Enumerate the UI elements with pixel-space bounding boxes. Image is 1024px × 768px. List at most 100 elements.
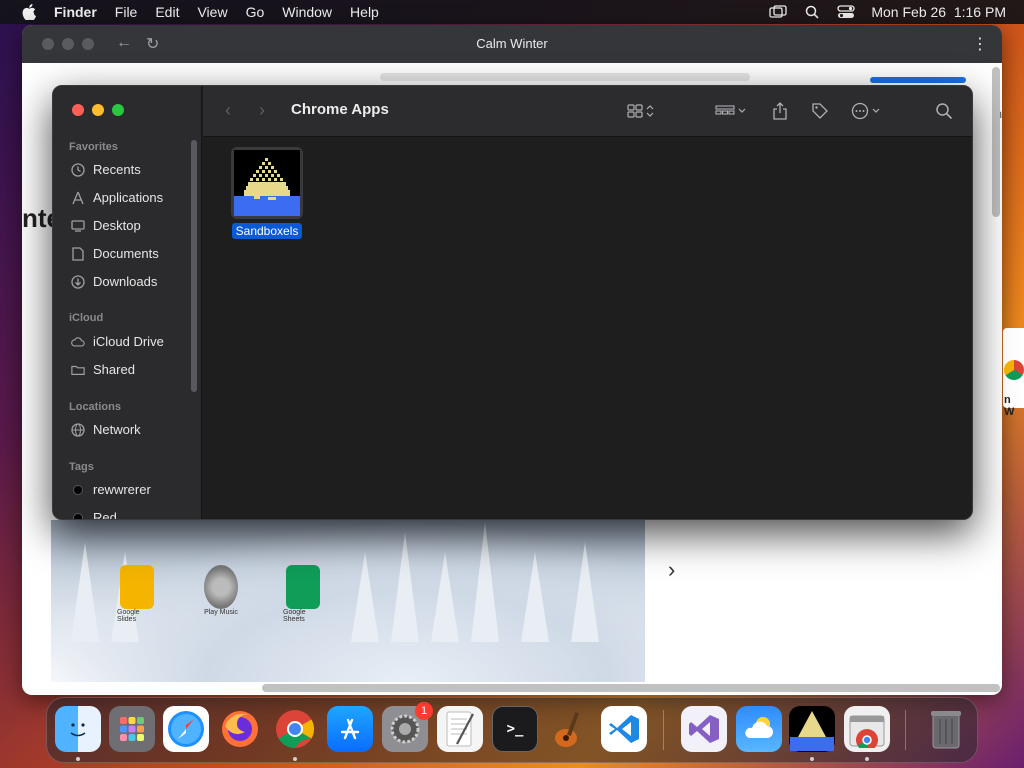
- globe-icon: [71, 422, 85, 437]
- chevron-down-icon: [738, 108, 746, 113]
- menu-app-name[interactable]: Finder: [54, 4, 97, 20]
- share-button[interactable]: [773, 101, 787, 121]
- finder-file-area[interactable]: Sandboxels: [203, 138, 972, 519]
- play-music-app[interactable]: Play Music: [201, 565, 241, 616]
- finder-window-title: Chrome Apps: [291, 101, 389, 118]
- menu-view[interactable]: View: [197, 4, 227, 20]
- menu-bar: Finder File Edit View Go Window Help Mon…: [0, 0, 1024, 24]
- kebab-menu-icon[interactable]: ⋮: [972, 34, 988, 54]
- finder-window-controls: [72, 104, 124, 116]
- textedit-icon[interactable]: [437, 706, 483, 752]
- launchpad-icon[interactable]: [109, 706, 155, 752]
- finder-window: Favorites Recents Applications Desktop D…: [52, 85, 973, 520]
- firefox-icon[interactable]: [217, 706, 263, 752]
- sidebar-item-tag-rewwrerer[interactable]: rewwrerer: [71, 482, 151, 497]
- horizontal-scrollbar[interactable]: [262, 684, 1000, 692]
- vscode-icon[interactable]: [601, 706, 647, 752]
- dock: 1 >_: [46, 697, 978, 763]
- google-sheets-app[interactable]: Google Sheets: [283, 565, 323, 623]
- sidebar-section-icloud: iCloud: [69, 312, 104, 324]
- control-center-icon[interactable]: [837, 4, 856, 20]
- menu-go[interactable]: Go: [246, 4, 265, 20]
- sidebar-section-favorites: Favorites: [69, 141, 118, 153]
- winter-wallpaper-preview: Google Slides Play Music Google Sheets: [51, 520, 645, 682]
- ellipsis-circle-icon: [851, 102, 869, 120]
- action-menu-button[interactable]: [851, 101, 880, 121]
- screen-mirroring-icon[interactable]: [769, 4, 788, 20]
- sidebar-item-downloads[interactable]: Downloads: [71, 274, 157, 289]
- trash-icon[interactable]: [923, 706, 969, 752]
- group-by-button[interactable]: [715, 101, 746, 121]
- tag-icon: [812, 103, 828, 119]
- finder-icon[interactable]: [55, 706, 101, 752]
- notification-badge: 1: [415, 702, 433, 720]
- document-icon: [71, 246, 85, 261]
- icon-grid-icon: [627, 104, 643, 118]
- sandboxels-app-icon: [231, 147, 303, 219]
- menu-file[interactable]: File: [115, 4, 138, 20]
- chrome-title-bar: ← ↻ Calm Winter ⋮: [22, 25, 1002, 63]
- group-grid-icon: [715, 105, 735, 115]
- background-window-text: n W: [1004, 394, 1015, 418]
- vertical-scrollbar[interactable]: [992, 67, 1000, 217]
- sidebar-item-applications[interactable]: Applications: [71, 190, 163, 205]
- search-button[interactable]: [935, 101, 953, 121]
- finder-toolbar: ‹ › Chrome Apps: [203, 86, 972, 137]
- tags-button[interactable]: [811, 101, 829, 121]
- sidebar-item-desktop[interactable]: Desktop: [71, 218, 141, 233]
- sidebar-item-shared[interactable]: Shared: [71, 362, 135, 377]
- sidebar-item-recents[interactable]: Recents: [71, 162, 141, 177]
- dock-separator: [905, 710, 906, 750]
- search-bar-partial: [380, 73, 750, 81]
- google-slides-app[interactable]: Google Slides: [117, 565, 157, 623]
- minimize-button[interactable]: [92, 104, 104, 116]
- visual-studio-icon[interactable]: [681, 706, 727, 752]
- chrome-apps-icon[interactable]: [844, 706, 890, 752]
- chrome-logo-icon: [1004, 360, 1024, 380]
- sandboxels-icon[interactable]: [789, 706, 835, 752]
- garageband-icon[interactable]: [547, 706, 593, 752]
- apple-logo-icon[interactable]: [18, 0, 40, 24]
- view-mode-button[interactable]: [627, 101, 654, 121]
- file-name-label[interactable]: Sandboxels: [231, 223, 303, 239]
- clock-icon: [71, 162, 85, 177]
- back-chevron-icon[interactable]: ‹: [225, 100, 231, 121]
- sidebar-section-tags: Tags: [69, 461, 94, 473]
- chrome-icon[interactable]: [272, 706, 318, 752]
- sidebar-section-locations: Locations: [69, 401, 121, 413]
- menu-edit[interactable]: Edit: [155, 4, 179, 20]
- sidebar-item-network[interactable]: Network: [71, 422, 141, 437]
- applications-icon: [71, 191, 85, 205]
- zoom-button[interactable]: [112, 104, 124, 116]
- menu-bar-clock[interactable]: Mon Feb 26 1:16 PM: [871, 4, 1006, 20]
- sidebar-scrollbar[interactable]: [191, 140, 197, 392]
- desktop-icon: [71, 219, 85, 233]
- dock-separator: [663, 710, 664, 750]
- tag-dot-icon: [73, 512, 83, 519]
- sidebar-item-tag-red[interactable]: Red: [71, 510, 117, 519]
- sidebar-item-documents[interactable]: Documents: [71, 246, 159, 261]
- google-slides-icon: [120, 565, 154, 609]
- download-icon: [71, 274, 85, 289]
- tag-dot-icon: [73, 484, 83, 495]
- safari-icon[interactable]: [163, 706, 209, 752]
- app-store-icon[interactable]: [327, 706, 373, 752]
- blue-button-partial: [870, 77, 966, 83]
- chrome-window-title: Calm Winter: [476, 36, 548, 51]
- running-indicator: [76, 757, 80, 761]
- chevron-updown-icon: [646, 105, 654, 117]
- sidebar-item-icloud-drive[interactable]: iCloud Drive: [71, 334, 164, 349]
- menu-help[interactable]: Help: [350, 4, 379, 20]
- close-button[interactable]: [72, 104, 84, 116]
- search-icon: [936, 103, 953, 120]
- menu-window[interactable]: Window: [282, 4, 332, 20]
- spotlight-search-icon[interactable]: [803, 4, 821, 20]
- chevron-right-icon[interactable]: ›: [668, 557, 675, 583]
- headphones-icon: [204, 565, 238, 609]
- forward-chevron-icon[interactable]: ›: [259, 100, 265, 121]
- file-item-sandboxels[interactable]: Sandboxels: [231, 147, 303, 239]
- running-indicator: [865, 757, 869, 761]
- terminal-icon[interactable]: >_: [492, 706, 538, 752]
- weather-icon[interactable]: [736, 706, 782, 752]
- finder-sidebar: Favorites Recents Applications Desktop D…: [53, 86, 202, 519]
